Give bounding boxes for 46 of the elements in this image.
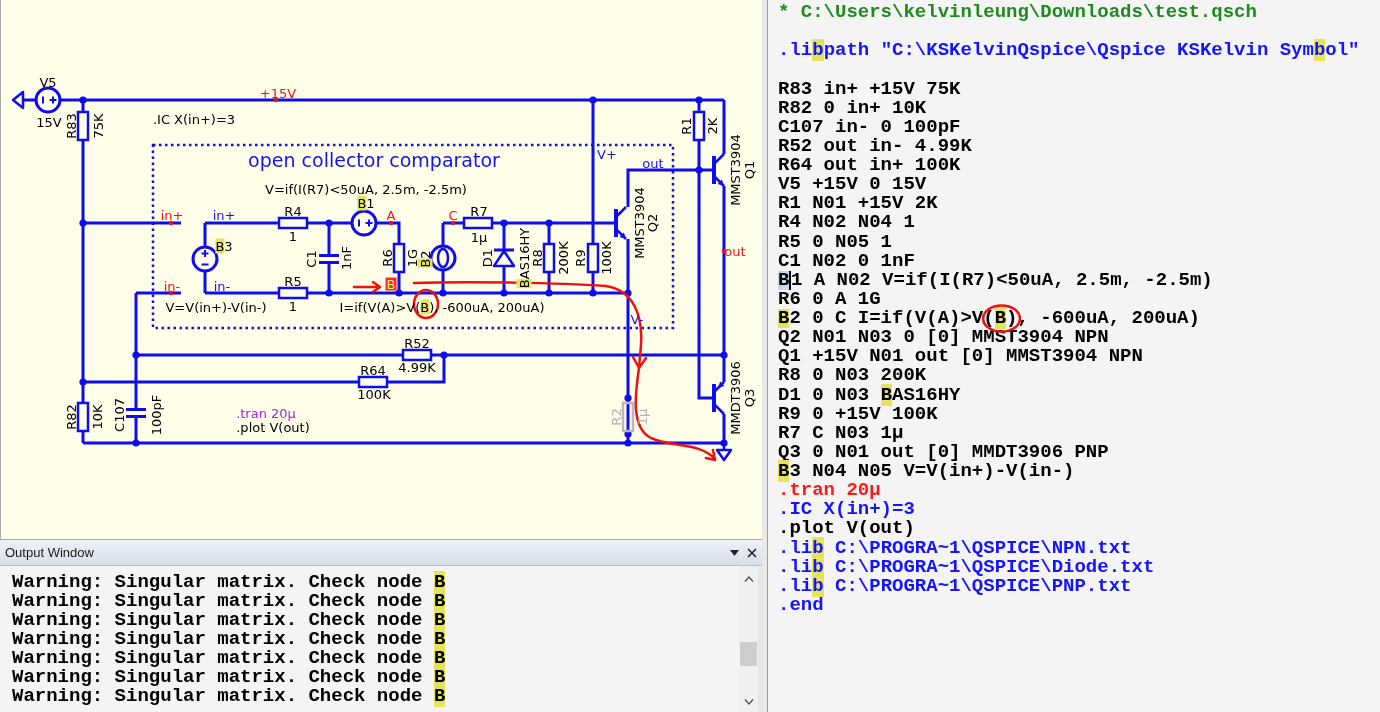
netlist-text: B (778, 309, 790, 329)
netlist-line: R52 out in- 4.99K (778, 136, 973, 156)
net-label: +15V (259, 86, 297, 100)
netlist-line: R5 0 N05 1 (778, 232, 894, 252)
scrollbar-thumb[interactable] (740, 642, 757, 666)
netlist-line: R7 C N03 1µ (778, 423, 905, 443)
netlist-editor[interactable] (768, 0, 1380, 712)
warning-line: Warning: Singular matrix. Check node B (12, 687, 447, 706)
netlist-line: Q2 N01 N03 0 [0] MMST3904 NPN (778, 328, 1110, 348)
netlist-line: .end (778, 595, 825, 615)
netlist-line: Q1 +15V N01 out [0] MMST3904 NPN (778, 347, 1144, 367)
netlist-line: C1 N02 0 1nF (778, 251, 916, 271)
ground-symbol (11, 90, 25, 110)
netlist-line: R64 out in+ 100K (778, 156, 962, 176)
netlist-line: R8 0 N03 200K (778, 366, 928, 386)
netlist-line: .plot V(out) (778, 519, 916, 539)
output-window-title: Output Window (5, 543, 94, 562)
netlist-line: R9 0 +15V 100K (778, 404, 939, 424)
netlist-text: B (778, 270, 790, 290)
netlist-text: , -600uA, 200uA) (1017, 309, 1200, 329)
netlist-text: 1 A N02 V=if(I(R7)<50uA, 2.5m, -2.5m) (790, 270, 1213, 290)
netlist-line: Q3 0 N01 out [0] MMDT3906 PNP (778, 442, 1110, 462)
netlist-line: R6 0 A 1G (778, 289, 882, 309)
netlist-line: .IC X(in+)=3 (778, 500, 916, 520)
netlist-line: * C:\Users\kelvinleung\Downloads\test.qsch (778, 3, 1258, 23)
scroll-up-icon[interactable] (743, 576, 754, 582)
netlist-line: B3 N04 N05 V=V(in+)-V(in-) (778, 462, 1076, 482)
component-value: MMST3904 (728, 134, 742, 206)
netlist-line: R4 N02 N04 1 (778, 213, 916, 233)
net-label: out (724, 244, 746, 258)
component-label: Q3 (742, 388, 756, 408)
netlist-line: R83 in+ +15V 75K (778, 79, 962, 99)
scroll-down-icon[interactable] (743, 699, 754, 705)
netlist-line: R82 0 in+ 10K (778, 98, 928, 118)
component-label: Q1 (742, 160, 756, 180)
component-value: MMDT3906 (728, 361, 742, 435)
text-cursor-icon (789, 270, 791, 290)
component-label: V5 (39, 75, 57, 89)
netlist-line: .lib C:\PROGRA~1\QSPICE\PNP.txt (778, 576, 1132, 596)
caret-down-icon[interactable] (730, 549, 739, 556)
netlist-text: 2 0 C I=if(V(A)>V (789, 309, 984, 329)
netlist-line: R1 N01 +15V 2K (778, 194, 939, 214)
netlist-line: V5 +15V 0 15V (778, 175, 928, 195)
netlist-line: C107 in- 0 100pF (778, 117, 962, 137)
close-icon[interactable] (747, 547, 757, 558)
netlist-line: .tran 20µ (778, 481, 881, 501)
